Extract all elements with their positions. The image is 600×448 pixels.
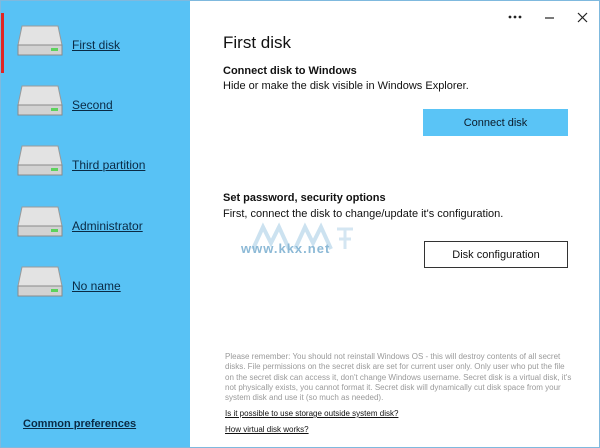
connect-disk-button[interactable]: Connect disk xyxy=(423,109,568,136)
sidebar: First disk Second Third partition Admini… xyxy=(1,1,190,447)
virtual-disk-info-link[interactable]: How virtual disk works? xyxy=(225,425,309,434)
hard-disk-icon xyxy=(17,266,63,297)
connect-description: Hide or make the disk visible in Windows… xyxy=(223,80,469,92)
notice-text: Please remember: You should not reinstal… xyxy=(225,352,572,403)
sidebar-item-first-disk[interactable]: First disk xyxy=(1,13,190,73)
sidebar-item-label: Second xyxy=(72,98,113,112)
sidebar-item-label: No name xyxy=(72,279,121,293)
common-preferences-link[interactable]: Common preferences xyxy=(23,418,136,430)
disk-configuration-button[interactable]: Disk configuration xyxy=(424,241,568,268)
main-panel: First disk Connect disk to Windows Hide … xyxy=(191,1,599,447)
watermark-text: www.kkx.net xyxy=(241,241,331,256)
sidebar-item-administrator[interactable]: Administrator xyxy=(1,194,190,254)
connect-heading: Connect disk to Windows xyxy=(223,65,357,77)
app-window: First disk Second Third partition Admini… xyxy=(0,0,600,448)
page-title: First disk xyxy=(223,33,291,52)
hard-disk-icon xyxy=(17,25,63,56)
sidebar-item-second[interactable]: Second xyxy=(1,73,190,133)
security-heading: Set password, security options xyxy=(223,192,386,204)
hard-disk-icon xyxy=(17,85,63,116)
sidebar-item-label: Administrator xyxy=(72,219,143,233)
hard-disk-icon xyxy=(17,206,63,237)
sidebar-item-third-partition[interactable]: Third partition xyxy=(1,133,190,193)
sidebar-item-label: First disk xyxy=(72,38,120,52)
storage-outside-link[interactable]: Is it possible to use storage outside sy… xyxy=(225,409,398,418)
sidebar-item-no-name[interactable]: No name xyxy=(1,254,190,314)
hard-disk-icon xyxy=(17,145,63,176)
sidebar-item-label: Third partition xyxy=(72,158,146,172)
